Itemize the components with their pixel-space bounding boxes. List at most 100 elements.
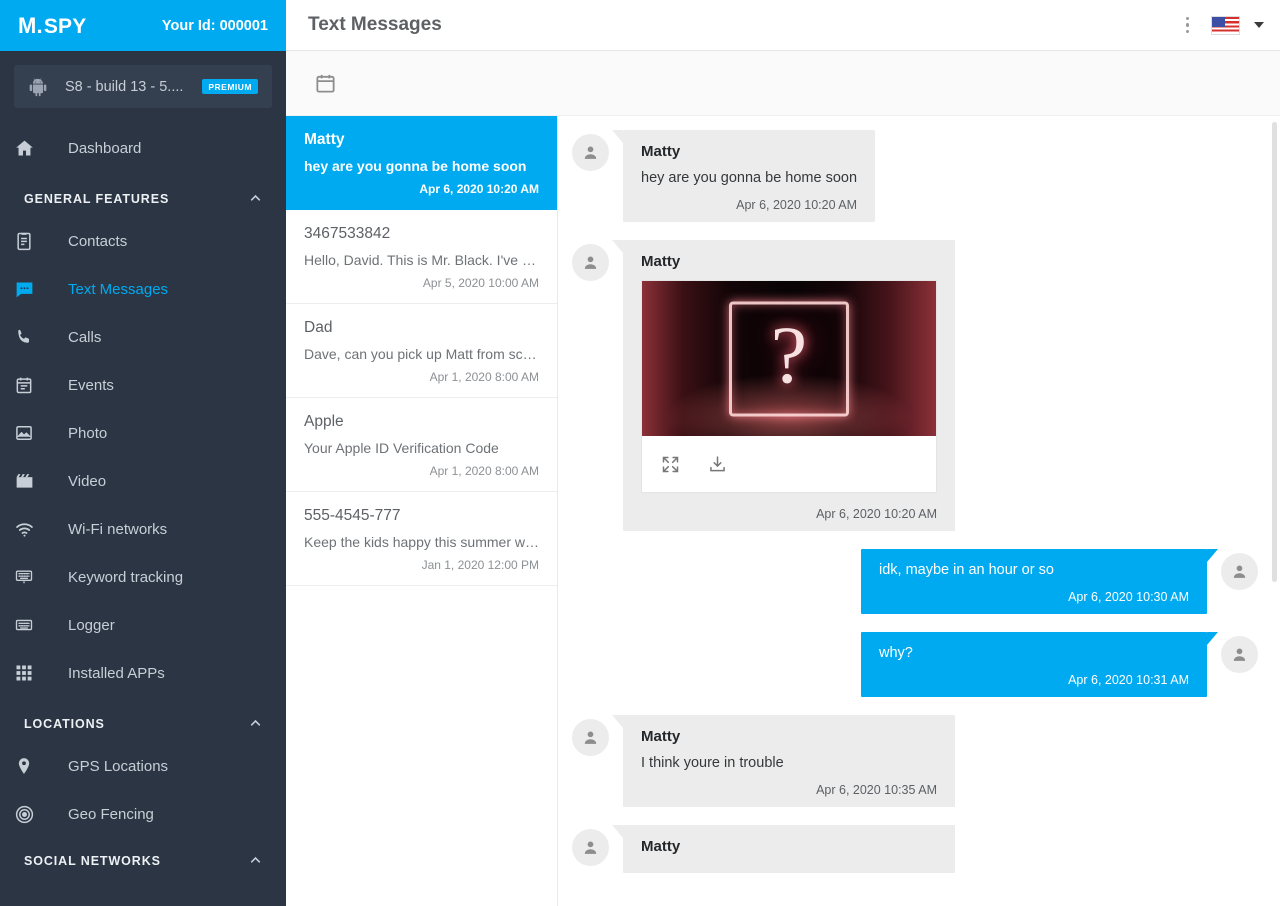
more-vertical-icon[interactable] <box>1178 11 1198 40</box>
sidebar-item-geo-fencing[interactable]: Geo Fencing <box>0 790 286 838</box>
sidebar-section-social-networks[interactable]: SOCIAL NETWORKS <box>0 838 286 879</box>
avatar <box>572 829 609 866</box>
avatar <box>1221 553 1258 590</box>
download-icon[interactable] <box>707 454 728 475</box>
sidebar-item-photo-label: Photo <box>68 425 107 442</box>
panes: Matty hey are you gonna be home soon Apr… <box>286 115 1280 906</box>
avatar <box>1221 636 1258 673</box>
sidebar-item-video[interactable]: Video <box>0 457 286 505</box>
message-row: Matty hey are you gonna be home soon Apr… <box>572 130 1258 222</box>
message-icon <box>14 279 42 300</box>
top-bar-actions <box>1178 11 1265 40</box>
sidebar-section-general-features-label: GENERAL FEATURES <box>24 192 169 206</box>
message-bubble: why? Apr 6, 2020 10:31 AM <box>861 632 1207 697</box>
phone-icon <box>14 327 42 347</box>
conversation-item[interactable]: Matty hey are you gonna be home soon Apr… <box>286 116 557 210</box>
account-id: Your Id: 000001 <box>162 18 268 34</box>
sidebar-item-text-messages-label: Text Messages <box>68 281 168 298</box>
conversation-time: Apr 5, 2020 10:00 AM <box>304 276 539 290</box>
conversation-preview: hey are you gonna be home soon <box>304 158 539 174</box>
message-bubble: Matty ? <box>623 240 955 531</box>
sidebar-item-installed-apps[interactable]: Installed APPs <box>0 649 286 697</box>
logo-spy: SPY <box>44 15 87 39</box>
conversation-name: 555-4545-777 <box>304 507 539 525</box>
device-name: S8 - build 13 - 5.... <box>48 79 200 95</box>
app-root: M.SPY Your Id: 000001 S8 - build 13 - 5.… <box>0 0 1280 906</box>
message-sender: Matty <box>641 253 937 270</box>
conversation-time: Jan 1, 2020 12:00 PM <box>304 558 539 572</box>
sidebar-item-dashboard[interactable]: Dashboard <box>0 124 286 172</box>
sidebar-item-dashboard-label: Dashboard <box>68 140 141 157</box>
contacts-icon <box>14 231 42 251</box>
calendar-filter-icon[interactable] <box>310 68 340 98</box>
message-bubble: Matty <box>623 825 955 873</box>
sidebar-section-locations-label: LOCATIONS <box>24 717 105 731</box>
sidebar-item-text-messages[interactable]: Text Messages <box>0 265 286 313</box>
android-icon <box>28 77 48 97</box>
attachment-image: ? <box>642 281 936 436</box>
conversation-time: Apr 1, 2020 8:00 AM <box>304 464 539 478</box>
home-icon <box>14 138 42 159</box>
logo-m: M <box>18 13 37 39</box>
sidebar-item-events-label: Events <box>68 377 114 394</box>
sidebar-item-logger[interactable]: Logger <box>0 601 286 649</box>
message-row: Matty ? <box>572 240 1258 531</box>
apps-grid-icon <box>14 663 42 683</box>
sidebar-item-installed-apps-label: Installed APPs <box>68 665 165 682</box>
message-time: Apr 6, 2020 10:31 AM <box>879 673 1189 687</box>
chevron-up-icon <box>247 852 264 869</box>
conversation-preview: Hello, David. This is Mr. Black. I've no… <box>304 252 539 268</box>
message-attachment[interactable]: ? <box>641 280 937 493</box>
message-text: idk, maybe in an hour or so <box>879 562 1189 578</box>
conversation-name: Dad <box>304 319 539 337</box>
target-icon <box>14 804 42 825</box>
message-time: Apr 6, 2020 10:30 AM <box>879 590 1189 604</box>
content-area: Matty hey are you gonna be home soon Apr… <box>286 51 1280 906</box>
sidebar-item-events[interactable]: Events <box>0 361 286 409</box>
sidebar-item-keyword-tracking[interactable]: Keyword tracking <box>0 553 286 601</box>
sidebar-item-gps-locations[interactable]: GPS Locations <box>0 742 286 790</box>
message-sender: Matty <box>641 143 857 160</box>
sidebar-item-wifi-networks[interactable]: Wi-Fi networks <box>0 505 286 553</box>
conversation-preview: Dave, can you pick up Matt from schoo… <box>304 346 539 362</box>
conversation-item[interactable]: 555-4545-777 Keep the kids happy this su… <box>286 492 557 586</box>
message-row: why? Apr 6, 2020 10:31 AM <box>572 632 1258 697</box>
sidebar-nav: Dashboard GENERAL FEATURES Contacts T <box>0 118 286 906</box>
sidebar-item-logger-label: Logger <box>68 617 115 634</box>
top-bar: Text Messages <box>286 0 1280 51</box>
conversation-name: 3467533842 <box>304 225 539 243</box>
keyword-icon <box>14 567 42 587</box>
sidebar-item-video-label: Video <box>68 473 106 490</box>
conversation-list[interactable]: Matty hey are you gonna be home soon Apr… <box>286 115 558 906</box>
photo-icon <box>14 423 42 443</box>
logo-dot: . <box>37 13 43 39</box>
conversation-item[interactable]: 3467533842 Hello, David. This is Mr. Bla… <box>286 210 557 304</box>
wifi-icon <box>14 519 42 540</box>
thread-scrollbar[interactable] <box>1272 122 1277 582</box>
keyboard-icon <box>14 615 42 635</box>
conversation-item[interactable]: Apple Your Apple ID Verification Code Ap… <box>286 398 557 492</box>
fullscreen-icon[interactable] <box>660 454 681 475</box>
sidebar-section-locations[interactable]: LOCATIONS <box>0 697 286 742</box>
device-selector[interactable]: S8 - build 13 - 5.... PREMIUM <box>14 65 272 108</box>
sidebar-item-keyword-tracking-label: Keyword tracking <box>68 569 183 586</box>
message-sender: Matty <box>641 838 937 855</box>
sidebar-item-calls[interactable]: Calls <box>0 313 286 361</box>
brand-bar: M.SPY Your Id: 000001 <box>0 0 286 51</box>
mspy-logo[interactable]: M.SPY <box>18 13 86 39</box>
message-row: idk, maybe in an hour or so Apr 6, 2020 … <box>572 549 1258 614</box>
sidebar-item-contacts[interactable]: Contacts <box>0 217 286 265</box>
conversation-preview: Your Apple ID Verification Code <box>304 440 539 456</box>
sidebar-item-photo[interactable]: Photo <box>0 409 286 457</box>
sidebar-section-general-features[interactable]: GENERAL FEATURES <box>0 172 286 217</box>
message-thread: Matty hey are you gonna be home soon Apr… <box>558 115 1280 906</box>
message-sender: Matty <box>641 728 937 745</box>
chevron-down-icon[interactable] <box>1254 22 1264 28</box>
conversation-time: Apr 6, 2020 10:20 AM <box>304 182 539 196</box>
conversation-item[interactable]: Dad Dave, can you pick up Matt from scho… <box>286 304 557 398</box>
message-bubble: Matty I think youre in trouble Apr 6, 20… <box>623 715 955 807</box>
us-flag-icon[interactable] <box>1211 16 1240 35</box>
avatar <box>572 134 609 171</box>
conversation-name: Apple <box>304 413 539 431</box>
message-text: I think youre in trouble <box>641 755 937 771</box>
